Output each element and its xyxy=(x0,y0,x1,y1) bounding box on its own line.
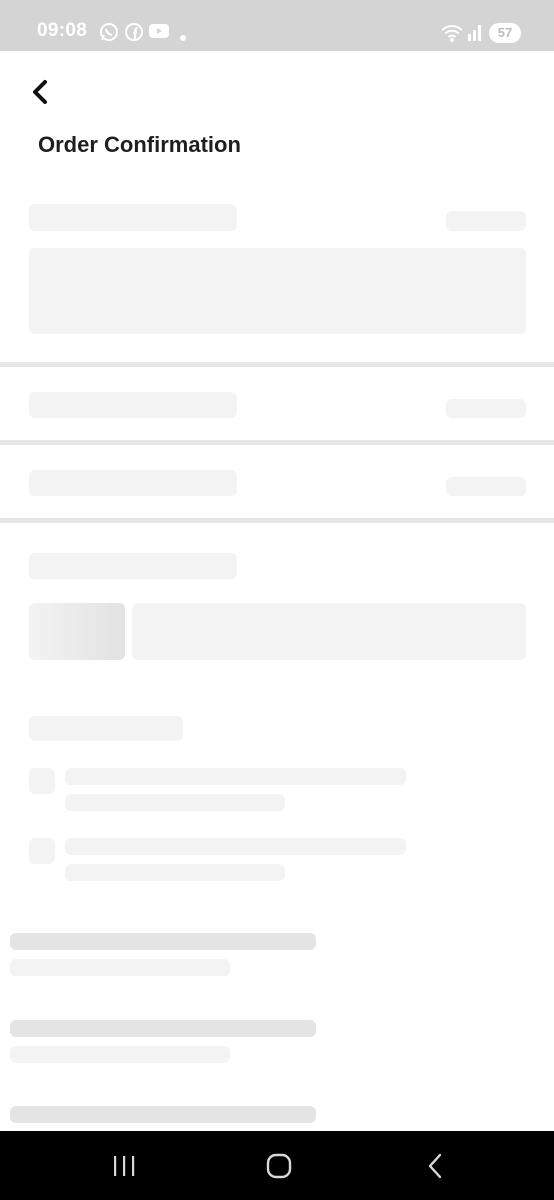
skeleton-row-label xyxy=(29,392,237,418)
nav-back-button[interactable] xyxy=(418,1149,452,1183)
skeleton-text-line xyxy=(10,1046,230,1063)
skeleton-text-line xyxy=(10,959,230,976)
skeleton-list-icon xyxy=(29,838,55,864)
skeleton-list-icon xyxy=(29,768,55,794)
skeleton-list-line xyxy=(65,864,285,881)
status-time: 09:08 xyxy=(37,20,88,41)
section-divider xyxy=(0,518,554,523)
dot-icon xyxy=(179,29,187,47)
back-icon xyxy=(428,1153,442,1179)
skeleton-row-label xyxy=(29,470,237,496)
skeleton-section-title xyxy=(29,553,237,579)
skeleton-list-line xyxy=(65,768,406,785)
section-divider xyxy=(0,440,554,445)
signal-icon xyxy=(465,22,485,47)
skeleton-text-line xyxy=(10,1020,316,1037)
system-nav-bar xyxy=(0,1131,554,1200)
skeleton-row-value xyxy=(446,477,526,496)
skeleton-section-value xyxy=(446,211,526,231)
page-title: Order Confirmation xyxy=(38,132,241,157)
skeleton-row-value xyxy=(446,399,526,418)
recents-button[interactable] xyxy=(107,1149,141,1183)
whatsapp-icon xyxy=(99,22,119,47)
skeleton-product-info xyxy=(132,603,526,660)
skeleton-section-title xyxy=(29,204,237,231)
skeleton-list-line xyxy=(65,794,285,811)
skeleton-address-block xyxy=(29,248,526,334)
skeleton-text-line xyxy=(10,933,316,950)
home-icon xyxy=(266,1153,292,1179)
battery-icon: 57 xyxy=(489,23,521,43)
wifi-icon xyxy=(440,23,464,48)
chevron-left-icon xyxy=(33,80,47,104)
facebook-icon xyxy=(124,22,144,47)
section-divider xyxy=(0,362,554,367)
skeleton-list-line xyxy=(65,838,406,855)
skeleton-product-image xyxy=(29,603,125,660)
youtube-icon xyxy=(148,22,170,45)
skeleton-section-title xyxy=(29,716,183,741)
recents-icon xyxy=(114,1156,135,1176)
status-bar: 09:08 57 xyxy=(0,0,554,51)
back-button[interactable] xyxy=(24,76,56,108)
battery-level: 57 xyxy=(497,25,513,40)
skeleton-text-line xyxy=(10,1106,316,1123)
home-button[interactable] xyxy=(262,1149,296,1183)
